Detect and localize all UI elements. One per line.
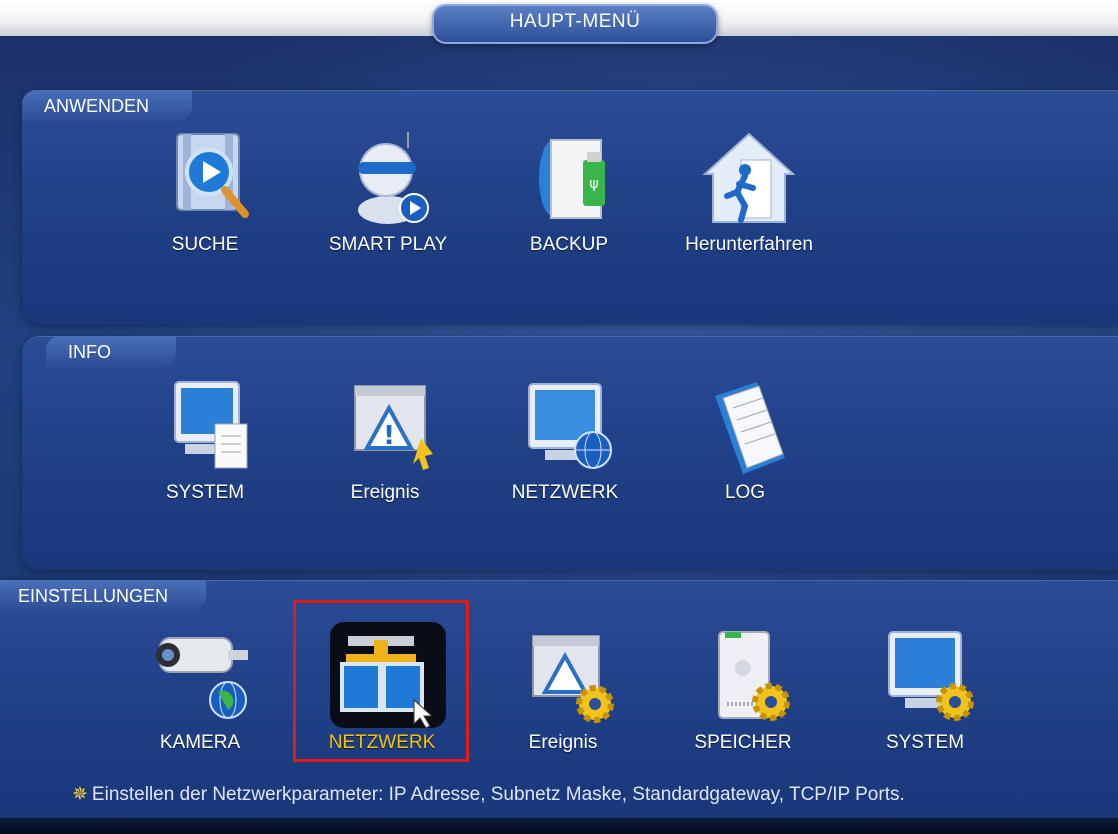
menu-item-herunterfahren[interactable]: Herunterfahren bbox=[664, 130, 834, 256]
menu-item-label: Ereignis bbox=[350, 482, 420, 503]
svg-text:ψ: ψ bbox=[589, 176, 598, 192]
notebook-icon bbox=[685, 378, 805, 478]
menu-item-info-netzwerk[interactable]: NETZWERK bbox=[480, 378, 650, 504]
search-video-icon bbox=[145, 130, 265, 230]
menu-item-label: BACKUP bbox=[529, 234, 609, 255]
menu-item-label: Herunterfahren bbox=[685, 234, 813, 255]
panel-label-info: INFO bbox=[46, 336, 176, 368]
menu-item-netzwerk-settings[interactable]: NETZWERK bbox=[297, 628, 467, 754]
menu-item-label: Ereignis bbox=[528, 732, 598, 753]
robot-play-icon bbox=[328, 130, 448, 230]
menu-item-label: SMART PLAY bbox=[328, 234, 448, 255]
warning-window-icon: ! bbox=[325, 378, 445, 478]
menu-item-speicher[interactable]: SPEICHER bbox=[658, 628, 828, 754]
monitor-globe-icon bbox=[505, 378, 625, 478]
lightbulb-icon: ✵ bbox=[72, 784, 88, 805]
camera-globe-icon bbox=[140, 628, 260, 728]
menu-item-ereignis-settings[interactable]: Ereignis bbox=[478, 628, 648, 754]
menu-item-info-log[interactable]: LOG bbox=[660, 378, 830, 504]
menu-item-label: SYSTEM bbox=[885, 732, 965, 753]
status-hint-bar: ✵ Einstellen der Netzwerkparameter: IP Ad… bbox=[72, 778, 1082, 812]
menu-item-smart-play[interactable]: SMART PLAY bbox=[303, 130, 473, 256]
menu-item-label: LOG bbox=[724, 482, 766, 503]
menu-item-label: NETZWERK bbox=[511, 482, 619, 503]
svg-text:!: ! bbox=[383, 421, 395, 451]
menu-item-label: SUCHE bbox=[171, 234, 239, 255]
menu-item-label: NETZWERK bbox=[328, 732, 436, 753]
screen-bezel-bottom bbox=[0, 818, 1118, 834]
menu-item-backup[interactable]: ψ BACKUP bbox=[484, 130, 654, 256]
status-hint-text: Einstellen der Netzwerkparameter: IP Adr… bbox=[91, 784, 905, 805]
menu-item-label: SYSTEM bbox=[165, 482, 245, 503]
menu-item-info-ereignis[interactable]: ! Ereignis bbox=[300, 378, 470, 504]
menu-item-label: KAMERA bbox=[159, 732, 241, 753]
exit-house-icon bbox=[689, 130, 809, 230]
network-panels-icon bbox=[322, 628, 442, 729]
menu-item-kamera[interactable]: KAMERA bbox=[115, 628, 285, 754]
menu-item-suche[interactable]: SUCHE bbox=[120, 130, 290, 256]
monitor-document-icon bbox=[145, 378, 265, 478]
warning-gear-icon bbox=[503, 628, 623, 728]
menu-item-system-settings[interactable]: SYSTEM bbox=[840, 628, 1010, 754]
menu-item-info-system[interactable]: SYSTEM bbox=[120, 378, 290, 504]
storage-gear-icon bbox=[683, 628, 803, 728]
panel-label-einstellungen: EINSTELLUNGEN bbox=[0, 580, 206, 612]
monitor-gear-icon bbox=[865, 628, 985, 728]
menu-item-label: SPEICHER bbox=[694, 732, 792, 753]
panel-label-anwenden: ANWENDEN bbox=[22, 90, 192, 122]
disc-usb-icon: ψ bbox=[509, 130, 629, 230]
main-menu-title: HAUPT-MENÜ bbox=[432, 4, 718, 44]
dvr-screen: HAUPT-MENÜ ANWENDEN SUCHE SMART PLAY ψ B… bbox=[0, 0, 1118, 834]
